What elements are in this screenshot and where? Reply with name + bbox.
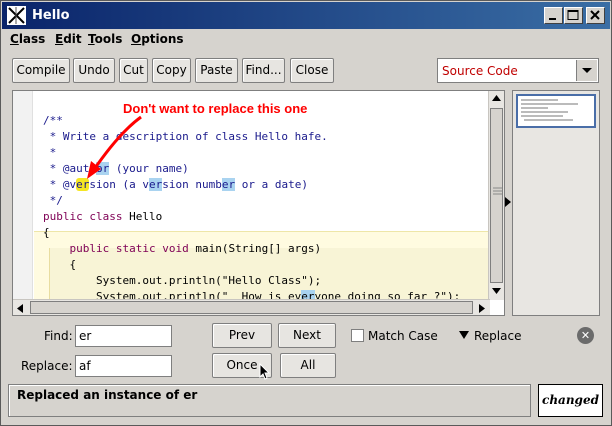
horizontal-scroll-thumb[interactable] (30, 301, 473, 314)
minimize-button[interactable] (544, 7, 563, 24)
app-logo-icon (7, 6, 26, 25)
scroll-left-icon[interactable] (17, 304, 23, 313)
splitter-arrow-icon[interactable] (505, 197, 511, 207)
code-line: { (43, 258, 77, 271)
scroll-right-icon[interactable] (479, 304, 485, 313)
minimize-icon (549, 18, 556, 20)
maximize-button[interactable] (564, 7, 583, 24)
navigator-viewport[interactable] (516, 94, 596, 128)
view-select-dropdown-button[interactable] (576, 60, 597, 81)
code-line: public class Hello (43, 210, 163, 223)
scroll-up-icon[interactable] (492, 95, 501, 101)
code-overview-icon (521, 99, 578, 121)
undo-button[interactable]: Undo (73, 58, 115, 83)
find-label: Find: (44, 329, 73, 343)
code-line: */ (43, 194, 63, 207)
find-input[interactable]: er (75, 325, 172, 347)
replace-input[interactable]: af (75, 355, 172, 377)
vertical-scrollbar[interactable] (488, 91, 504, 300)
chevron-down-icon (582, 68, 592, 73)
search-match: er (148, 178, 163, 191)
match-case-label: Match Case (368, 329, 438, 343)
code-line: public static void main(String[] args) (69, 242, 322, 255)
menu-tools[interactable]: Tools (88, 32, 122, 46)
compile-button[interactable]: Compile (12, 58, 70, 83)
window-title: Hello (32, 8, 70, 23)
close-window-button[interactable] (586, 7, 605, 24)
copy-button[interactable]: Copy (152, 58, 191, 83)
code-navigator[interactable] (512, 90, 600, 316)
line-gutter (13, 91, 33, 300)
next-button[interactable]: Next (278, 323, 336, 348)
code-line: System.out.println("Hello Class"); (43, 274, 322, 287)
grip-icon (493, 187, 502, 195)
menu-edit[interactable]: Edit (55, 32, 82, 46)
expand-triangle-icon[interactable] (459, 331, 469, 339)
menu-bar: Class Edit Tools Options (2, 29, 610, 49)
vertical-scroll-thumb[interactable] (490, 108, 503, 283)
code-line: /** (43, 114, 63, 127)
prev-button[interactable]: Prev (212, 323, 272, 348)
menu-options[interactable]: Options (131, 32, 184, 46)
annotation-arrow-icon (87, 115, 142, 179)
find-button[interactable]: Find... (242, 58, 285, 83)
view-select-value: Source Code (442, 64, 518, 78)
horizontal-scrollbar[interactable] (13, 299, 490, 315)
bluej-editor-window: Hello Class Edit Tools Options Compile U… (0, 0, 612, 426)
annotation-text: Don't want to replace this one (123, 101, 308, 116)
replace-label: Replace: (21, 359, 73, 373)
close-find-panel-icon[interactable]: ✕ (577, 327, 594, 344)
code-line: * (43, 146, 57, 159)
match-case-checkbox[interactable] (351, 329, 364, 342)
maximize-icon (567, 10, 579, 20)
menu-class[interactable]: Class (10, 32, 45, 46)
status-bar: Replaced an instance of er (8, 384, 531, 417)
title-bar[interactable]: Hello (2, 2, 610, 29)
code-line: { (43, 226, 50, 239)
scroll-down-icon[interactable] (492, 288, 501, 294)
mouse-cursor-icon (259, 363, 271, 380)
changed-indicator: changed (538, 384, 603, 417)
paste-button[interactable]: Paste (195, 58, 238, 83)
replace-toggle-label[interactable]: Replace (474, 329, 521, 343)
search-match: er (221, 178, 236, 191)
close-icon (590, 10, 600, 20)
close-button[interactable]: Close (290, 58, 334, 83)
replace-all-button[interactable]: All (280, 353, 336, 378)
status-message: Replaced an instance of er (17, 388, 198, 402)
view-select[interactable]: Source Code (437, 58, 599, 83)
cut-button[interactable]: Cut (119, 58, 148, 83)
